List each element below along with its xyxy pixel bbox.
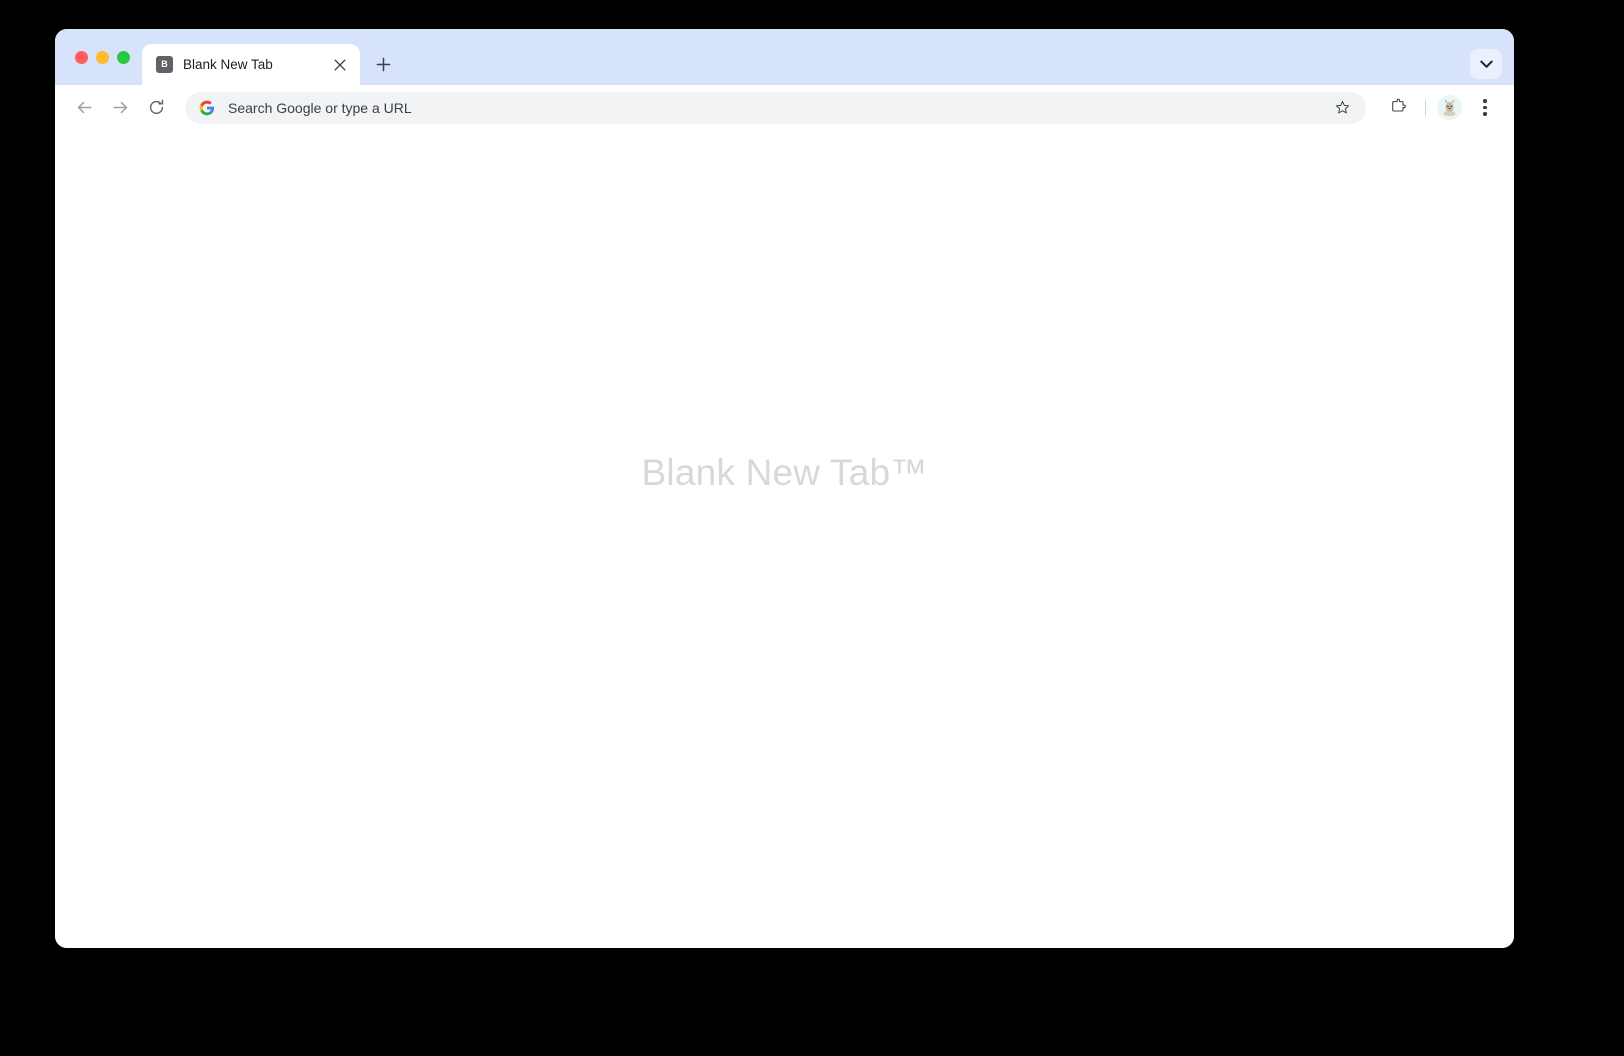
bookmark-star-icon[interactable] [1328,94,1356,122]
tab-strip: B Blank New Tab [55,29,1514,85]
forward-button[interactable] [103,91,137,125]
browser-toolbar: Search Google or type a URL [55,85,1514,130]
tab-list: B Blank New Tab [142,29,398,85]
extensions-puzzle-piece-icon[interactable] [1382,92,1414,124]
profile-avatar[interactable] [1437,95,1462,120]
address-bar-input[interactable]: Search Google or type a URL [228,100,1316,116]
tab-title: Blank New Tab [183,57,273,72]
window-close-button[interactable] [75,50,88,64]
browser-tab-blank-new-tab[interactable]: B Blank New Tab [142,44,360,85]
address-bar[interactable]: Search Google or type a URL [185,91,1366,124]
back-button[interactable] [67,91,101,125]
tab-search-chevron-down-icon[interactable] [1470,49,1502,79]
reload-button[interactable] [139,91,173,125]
browser-window: B Blank New Tab Search Google or type a … [55,29,1514,948]
window-maximize-button[interactable] [117,50,130,64]
tab-close-icon[interactable] [330,55,350,75]
browser-menu-three-dot-icon[interactable] [1470,92,1500,124]
page-title: Blank New Tab™ [641,452,928,493]
window-minimize-button[interactable] [96,50,109,64]
new-tab-button[interactable] [368,49,398,79]
page-viewport: Blank New Tab™ [55,130,1514,948]
window-traffic-lights [55,29,142,85]
menu-dot [1483,112,1487,116]
toolbar-divider [1425,99,1426,116]
menu-dot [1483,99,1487,103]
tab-favicon-icon: B [156,56,173,73]
menu-dot [1483,105,1487,110]
google-g-icon [198,99,216,117]
